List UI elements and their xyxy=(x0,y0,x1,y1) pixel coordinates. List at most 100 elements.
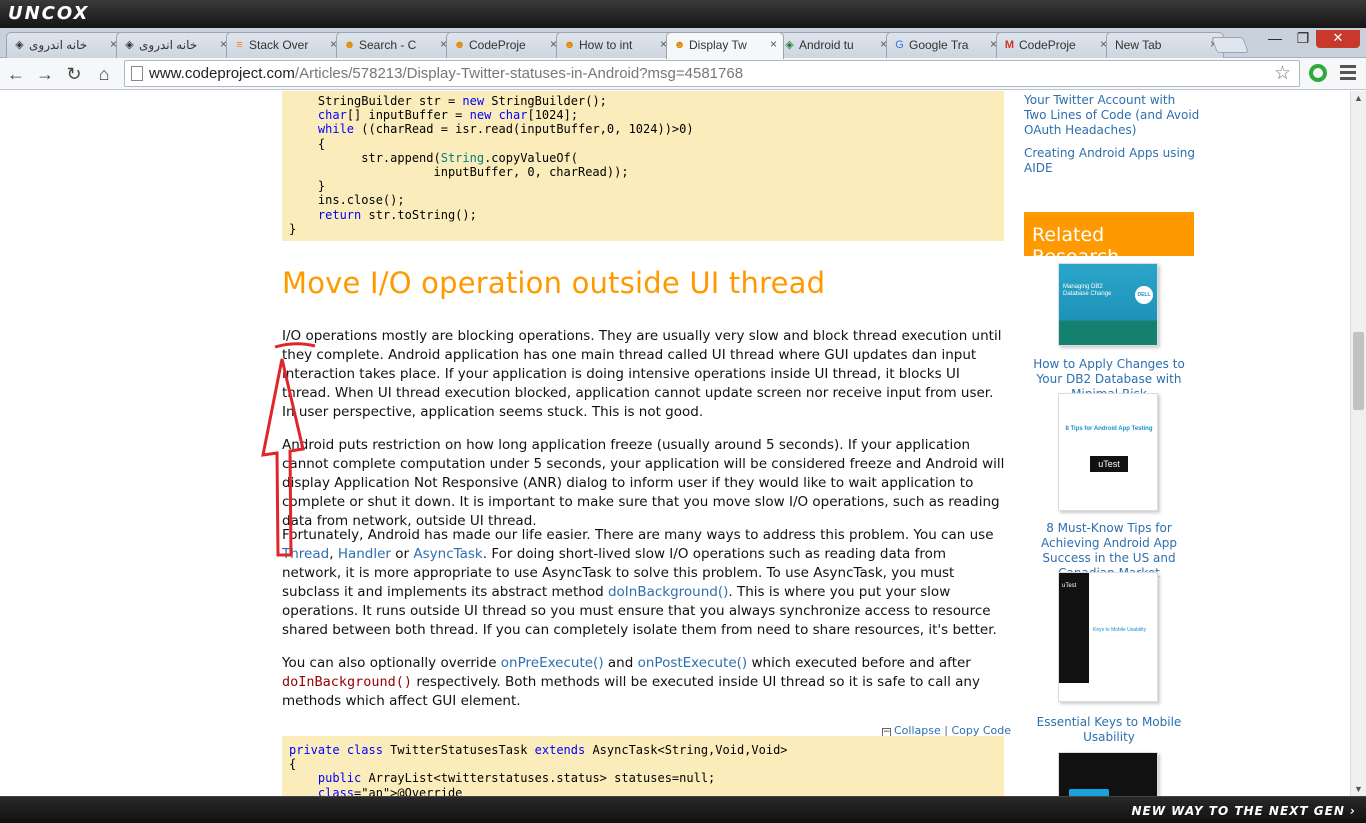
code-line: { xyxy=(289,757,297,772)
tab-3[interactable]: ≡ Stack Over × xyxy=(226,32,344,58)
tab-5[interactable]: ☻ CodeProje × xyxy=(446,32,564,58)
codeproject-icon: ☻ xyxy=(453,39,466,51)
dell-logo: DELL xyxy=(1135,286,1153,304)
thumb-accent xyxy=(1069,789,1109,796)
codeproject-icon: ☻ xyxy=(563,39,576,51)
code-line: } xyxy=(289,221,297,236)
thumb-dark-band: uTest xyxy=(1059,573,1089,683)
close-window-button[interactable]: ✕ xyxy=(1316,30,1360,48)
tab-label: خانه اندروی xyxy=(139,38,198,52)
tab-1[interactable]: ◈ خانه اندروی × xyxy=(6,32,124,58)
sidebar-link-aide[interactable]: Creating Android Apps using AIDE xyxy=(1024,146,1200,176)
code-line: ins.close(); xyxy=(289,193,405,208)
tab-active[interactable]: ☻ Display Tw × xyxy=(666,32,784,59)
extension-icon[interactable] xyxy=(1309,64,1327,82)
address-bar[interactable]: www.codeproject.com/Articles/578213/Disp… xyxy=(124,60,1300,87)
code-block-bottom: private class TwitterStatusesTask extend… xyxy=(282,736,1004,796)
asynctask-link[interactable]: AsyncTask xyxy=(413,546,482,562)
gmail-icon: M xyxy=(1004,39,1015,51)
codeproject-icon: ☻ xyxy=(673,39,686,51)
browser-toolbar: ← → ↻ ⌂ www.codeproject.com/Articles/578… xyxy=(0,58,1366,90)
codeproject-icon: ☻ xyxy=(343,39,356,51)
code-line: class="an">@Override xyxy=(317,785,463,796)
tab-6[interactable]: ☻ How to int × xyxy=(556,32,674,58)
scroll-down-icon[interactable]: ▼ xyxy=(1354,784,1363,794)
sidebar-link-twitter[interactable]: Your Twitter Account with Two Lines of C… xyxy=(1024,93,1200,138)
tab-label: Google Tra xyxy=(909,38,969,52)
handler-link[interactable]: Handler xyxy=(338,546,391,562)
tab-2[interactable]: ◈ خانه اندروی × xyxy=(116,32,234,58)
tab-8[interactable]: ◈ Android tu × xyxy=(776,32,894,58)
uncox-logo: UNCOX xyxy=(8,3,90,24)
diamond-icon: ◈ xyxy=(785,39,794,51)
tab-label: CodeProje xyxy=(469,38,526,52)
page-scrollbar[interactable]: ▲ ▼ xyxy=(1350,91,1366,796)
tab-11[interactable]: New Tab × xyxy=(1106,32,1224,58)
thumb-title: Managing DB2 Database Change xyxy=(1063,284,1112,297)
tab-9[interactable]: G Google Tra × xyxy=(886,32,1004,58)
scrollbar-thumb[interactable] xyxy=(1353,332,1364,410)
thumb-title: Keys to Mobile Usability xyxy=(1093,627,1147,633)
restore-button[interactable]: ❐ xyxy=(1288,30,1318,47)
research-thumb-partial[interactable] xyxy=(1058,752,1158,796)
reload-button[interactable]: ↻ xyxy=(62,62,86,86)
code-line: { xyxy=(289,136,326,151)
page-viewport: StringBuilder str = new StringBuilder();… xyxy=(0,91,1350,796)
close-tab-icon[interactable]: × xyxy=(770,37,777,51)
research-thumb-android-tips[interactable]: 8 Tips for Android App Testing uTest xyxy=(1058,393,1158,511)
url-text[interactable]: www.codeproject.com/Articles/578213/Disp… xyxy=(149,65,743,82)
bookmark-star-icon[interactable]: ☆ xyxy=(1274,62,1291,85)
tab-label: New Tab xyxy=(1115,38,1162,52)
code-line: char[] inputBuffer = new char[1024]; xyxy=(317,108,579,123)
minimize-button[interactable]: — xyxy=(1260,30,1290,46)
tab-label: Android tu xyxy=(799,38,854,52)
onpreexecute-link[interactable]: onPreExecute() xyxy=(501,655,604,671)
arrow-outline xyxy=(261,358,305,557)
uncox-footer: NEW WAY TO THE NEXT GEN › xyxy=(0,796,1366,823)
research-caption-mobile-usability[interactable]: Essential Keys to Mobile Usability xyxy=(1021,715,1197,745)
code-line: private class TwitterStatusesTask extend… xyxy=(289,743,788,757)
tab-label: Display Tw xyxy=(689,38,747,52)
paragraph-4: You can also optionally override onPreEx… xyxy=(282,655,980,709)
code-line: str.append(String.copyValueOf( xyxy=(289,150,578,165)
thumb-title: 8 Tips for Android App Testing xyxy=(1065,426,1153,432)
diamond-icon: ◈ xyxy=(15,39,24,51)
page-icon xyxy=(131,66,143,81)
uncox-bar: UNCOX xyxy=(0,0,1366,28)
research-thumb-db2[interactable]: Managing DB2 Database Change DELL xyxy=(1058,263,1158,346)
doinbackground-link[interactable]: doInBackground() xyxy=(608,584,728,600)
menu-icon[interactable] xyxy=(1340,65,1356,83)
translate-icon: G xyxy=(895,39,904,51)
code-line: while ((charRead = isr.read(inputBuffer,… xyxy=(317,122,694,137)
research-thumb-mobile-usability[interactable]: uTest Keys to Mobile Usability xyxy=(1058,572,1158,702)
back-button[interactable]: ← xyxy=(4,62,28,86)
doinbackground-code: doInBackground() xyxy=(282,674,413,690)
utest-logo: uTest xyxy=(1090,456,1128,472)
tab-label: Search - C xyxy=(359,38,417,52)
tab-10[interactable]: M CodeProje × xyxy=(996,32,1114,58)
code-line: inputBuffer, 0, charRead)); xyxy=(289,165,629,180)
uncox-slogan: NEW WAY TO THE NEXT GEN › xyxy=(1131,804,1356,818)
code-line: return str.toString(); xyxy=(317,207,477,222)
forward-button[interactable]: → xyxy=(33,62,57,86)
home-button[interactable]: ⌂ xyxy=(92,62,116,86)
tab-label: How to int xyxy=(579,38,633,52)
code-line: public ArrayList<twitterstatuses.status>… xyxy=(317,771,716,786)
underline-stroke xyxy=(274,342,316,349)
tab-label: Stack Over xyxy=(249,38,309,52)
utest-logo: uTest xyxy=(1062,583,1077,589)
paragraph-3: Fortunately, Android has made our life e… xyxy=(282,527,997,638)
paragraph-1: I/O operations mostly are blocking opera… xyxy=(282,328,1002,420)
scroll-up-icon[interactable]: ▲ xyxy=(1354,93,1363,103)
new-tab-button[interactable] xyxy=(1211,37,1249,53)
code-line: StringBuilder str = new StringBuilder(); xyxy=(289,94,607,108)
paragraph-2: Android puts restriction on how long app… xyxy=(282,437,1005,529)
onpostexecute-link[interactable]: onPostExecute() xyxy=(638,655,748,671)
tab-4[interactable]: ☻ Search - C × xyxy=(336,32,454,58)
diamond-icon: ◈ xyxy=(125,39,134,51)
section-heading: Move I/O operation outside UI thread xyxy=(282,266,826,300)
tab-label: CodeProje xyxy=(1019,38,1076,52)
stack-icon: ≡ xyxy=(236,39,243,51)
tab-label: خانه اندروی xyxy=(29,38,88,52)
code-block-top: StringBuilder str = new StringBuilder();… xyxy=(282,91,1004,241)
